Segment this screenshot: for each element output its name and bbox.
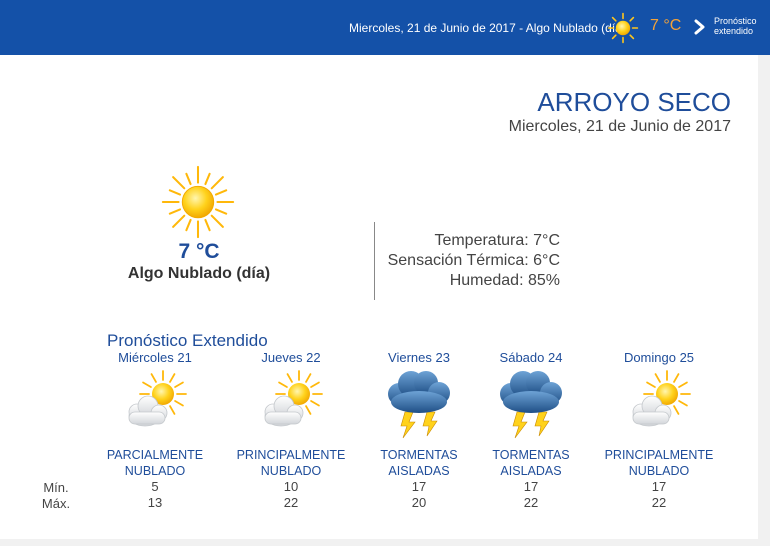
day-max-temp: 22 bbox=[523, 495, 539, 510]
divider bbox=[374, 222, 375, 300]
thunderstorm-icon bbox=[500, 371, 562, 439]
day-min-temp: 17 bbox=[651, 479, 667, 494]
day-min-temp: 10 bbox=[283, 479, 299, 494]
sun-icon bbox=[607, 12, 639, 44]
min-label: Mín. bbox=[43, 480, 69, 495]
day-name: Jueves 22 bbox=[261, 350, 321, 365]
main-condition: Algo Nublado (día) bbox=[127, 265, 271, 282]
day-condition: TORMENTAS AISLADAS bbox=[492, 448, 570, 478]
day-name: Viernes 23 bbox=[388, 350, 450, 365]
temperature-detail: Temperatura: 7°C bbox=[434, 232, 560, 249]
current-details: Temperatura: 7°C Sensación Térmica: 6°C … bbox=[376, 231, 560, 291]
day-condition: TORMENTAS AISLADAS bbox=[380, 448, 458, 478]
thunderstorm-icon bbox=[388, 371, 450, 439]
main-temperature: 7 °C bbox=[178, 240, 220, 263]
day-max-temp: 22 bbox=[283, 495, 299, 510]
day-condition: PRINCIPALMENTE NUBLADO bbox=[604, 448, 714, 478]
day-min-temp: 5 bbox=[151, 479, 159, 494]
day-min-temp: 17 bbox=[411, 479, 427, 494]
day-max-temp: 22 bbox=[651, 495, 667, 510]
current-date-condition: Miercoles, 21 de Junio de 2017 - Algo Nu… bbox=[349, 21, 626, 35]
day-max-temp: 13 bbox=[147, 495, 163, 510]
day-name: Miércoles 21 bbox=[118, 350, 192, 365]
day-condition: PARCIALMENTE NUBLADO bbox=[106, 448, 204, 478]
day-max-temp: 20 bbox=[411, 495, 427, 510]
scroll-track bbox=[758, 55, 770, 539]
sun-icon bbox=[161, 165, 235, 239]
extended-forecast-link[interactable]: Pronóstico extendido bbox=[714, 16, 770, 36]
city-date: Miercoles, 21 de Junio de 2017 bbox=[508, 118, 731, 135]
partly-cloudy-icon bbox=[128, 370, 187, 427]
max-label: Máx. bbox=[41, 496, 71, 511]
city-name: ARROYO SECO bbox=[537, 87, 731, 117]
top-bar: Miercoles, 21 de Junio de 2017 - Algo Nu… bbox=[0, 0, 770, 55]
partly-cloudy-icon bbox=[264, 370, 323, 427]
chevron-right-icon[interactable] bbox=[693, 19, 707, 35]
feels-like-detail: Sensación Térmica: 6°C bbox=[387, 252, 560, 269]
day-name: Domingo 25 bbox=[623, 350, 695, 365]
day-name: Sábado 24 bbox=[499, 350, 563, 365]
day-min-temp: 17 bbox=[523, 479, 539, 494]
day-condition: PRINCIPALMENTE NUBLADO bbox=[236, 448, 346, 478]
current-temperature: 7 °C bbox=[650, 17, 682, 34]
humidity-detail: Humedad: 85% bbox=[449, 272, 560, 289]
extended-forecast-title: Pronóstico Extendido bbox=[107, 331, 268, 350]
partly-cloudy-icon bbox=[632, 370, 691, 427]
